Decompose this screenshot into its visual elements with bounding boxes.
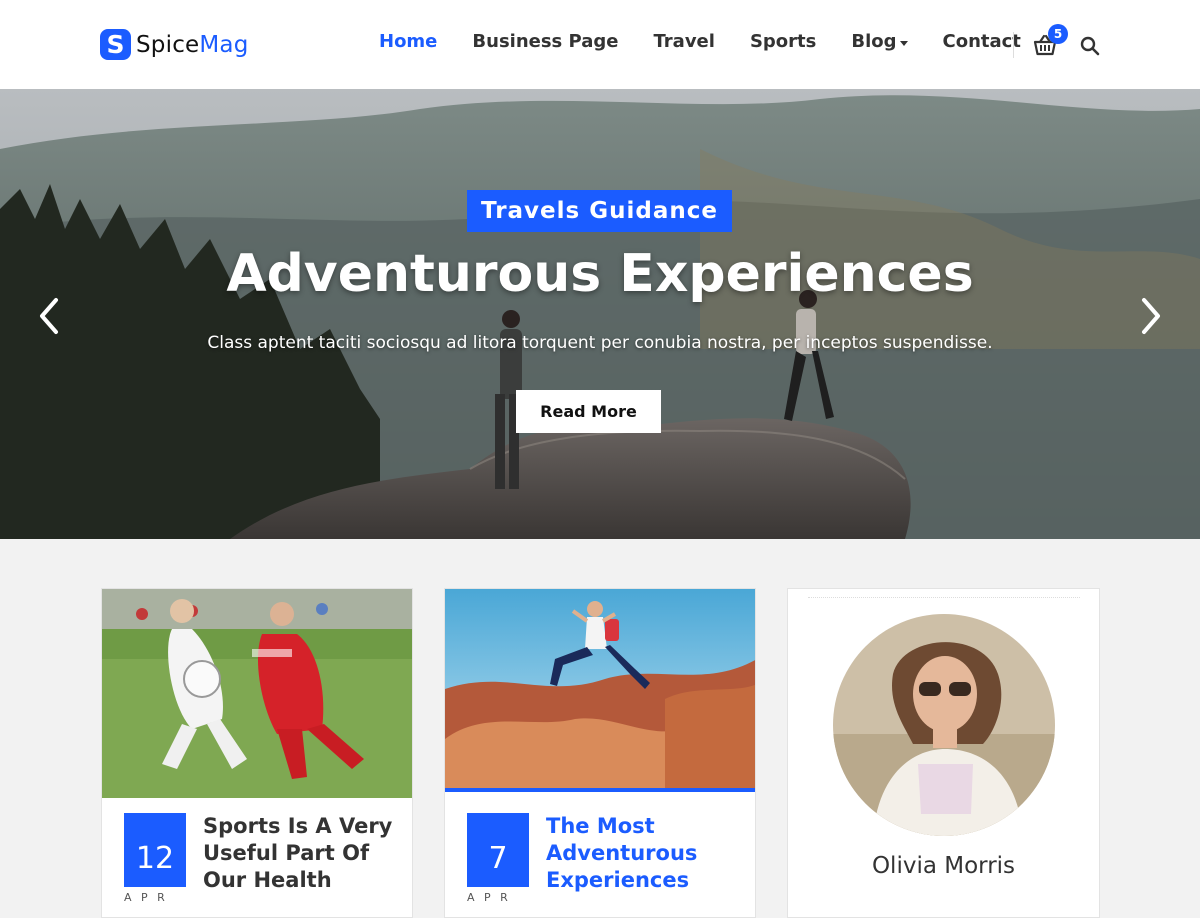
main-nav: Home Business Page Travel Sports Blog Co… [379,31,1056,52]
post-thumbnail-adventure[interactable] [445,589,755,792]
adventure-jump-image [445,589,755,788]
hero-background-image [0,89,1200,539]
chevron-right-icon[interactable] [1136,294,1166,338]
card-top-divider [808,597,1080,598]
logo-mark: S [100,29,131,60]
hero-slider: Travels Guidance Adventurous Experiences… [0,89,1200,539]
author-name: Olivia Morris [871,853,1016,879]
post-title[interactable]: Sports Is A Very Useful Part Of Our Heal… [203,813,398,894]
nav-item-blog-label: Blog [851,31,897,52]
search-icon[interactable] [1080,36,1100,56]
nav-item-business-page[interactable]: Business Page [472,31,618,52]
post-date-day: 12 [124,813,186,887]
post-card[interactable]: 12 A P R Sports Is A Very Useful Part Of… [101,588,413,918]
post-date-month: A P R [467,891,511,904]
logo-text-part1: Spice [136,31,200,58]
hero-subtitle: Class aptent taciti sociosqu ad litora t… [207,333,993,353]
site-logo[interactable]: S SpiceMag [100,29,249,60]
logo-text-part2: Mag [199,31,249,58]
chevron-left-icon[interactable] [34,294,64,338]
hero-title: Adventurous Experiences [226,244,974,304]
post-date-day: 7 [467,813,529,887]
nav-divider [1013,32,1014,58]
nav-item-home[interactable]: Home [379,31,437,52]
cart-count-badge: 5 [1048,24,1068,44]
hero-category-tag[interactable]: Travels Guidance [467,190,732,232]
nav-item-contact[interactable]: Contact [943,31,1021,52]
author-avatar [833,614,1055,836]
post-title[interactable]: The Most Adventurous Experiences [546,813,741,894]
site-header: S SpiceMag Home Business Page Travel Spo… [0,0,1200,89]
read-more-button[interactable]: Read More [516,390,661,433]
post-card[interactable]: 7 A P R The Most Adventurous Experiences [444,588,756,918]
nav-item-travel[interactable]: Travel [654,31,715,52]
soccer-image [102,589,412,798]
logo-text: SpiceMag [136,32,249,58]
nav-item-blog[interactable]: Blog [851,31,908,52]
author-photo [833,614,1055,836]
post-date-month: A P R [124,891,168,904]
author-profile-card: Olivia Morris [787,588,1100,918]
post-thumbnail-sports[interactable] [102,589,412,798]
nav-item-sports[interactable]: Sports [750,31,816,52]
caret-down-icon [899,40,908,46]
